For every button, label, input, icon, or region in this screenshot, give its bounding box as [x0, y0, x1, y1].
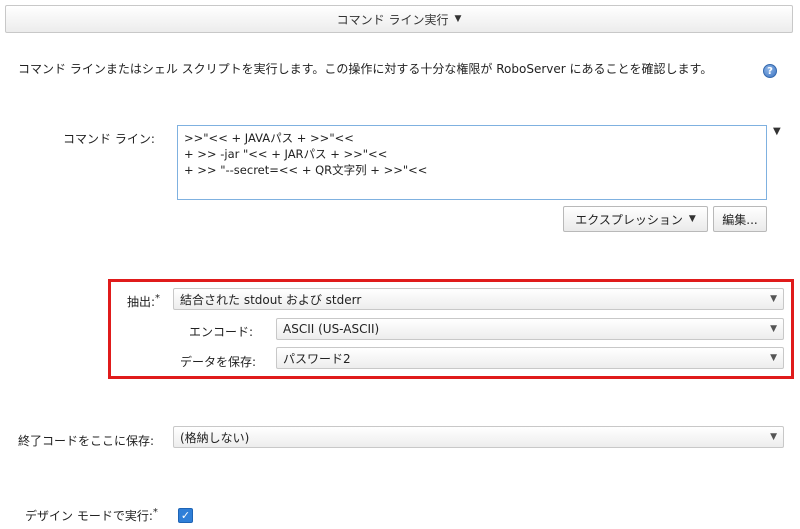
- command-line-text: + >> "--secret=<< + QR文字列 + >>"<<: [184, 163, 428, 177]
- action-dropdown-header[interactable]: コマンド ライン実行 ▼: [5, 5, 793, 33]
- command-line-text: >>"<< + JAVAパス + >>"<<: [184, 131, 354, 145]
- command-line-label: コマンド ライン:: [63, 132, 155, 146]
- required-mark: *: [155, 293, 161, 304]
- chevron-down-icon: ▼: [454, 14, 462, 24]
- save-data-select[interactable]: パスワード2 ▼: [276, 347, 784, 369]
- command-line-editor[interactable]: >>"<< + JAVAパス + >>"<< + >> -jar "<< + J…: [177, 125, 767, 200]
- design-mode-label: デザイン モードで実行:*: [25, 507, 158, 523]
- extract-value: 結合された stdout および stderr: [180, 292, 362, 307]
- action-title: コマンド ライン実行: [336, 12, 449, 27]
- encode-label: エンコード:: [189, 325, 254, 339]
- encode-select[interactable]: ASCII (US-ASCII) ▼: [276, 318, 784, 340]
- required-mark: *: [152, 507, 158, 518]
- edit-button[interactable]: 編集...: [713, 206, 767, 232]
- extract-label: 抽出:*: [127, 293, 161, 309]
- expression-button-label: エクスプレッション: [575, 212, 683, 227]
- exit-code-select[interactable]: (格納しない) ▼: [173, 426, 784, 448]
- chevron-down-icon: ▼: [770, 353, 777, 363]
- save-data-value: パスワード2: [283, 351, 351, 366]
- exit-code-label: 終了コードをここに保存:: [18, 434, 155, 448]
- exit-code-value: (格納しない): [180, 430, 250, 445]
- command-mode-dropdown-icon[interactable]: ▼: [773, 126, 781, 137]
- help-icon[interactable]: ?: [763, 64, 777, 78]
- chevron-down-icon: ▼: [688, 214, 696, 224]
- save-data-label: データを保存:: [180, 355, 257, 369]
- chevron-down-icon: ▼: [770, 294, 777, 304]
- encode-value: ASCII (US-ASCII): [283, 322, 380, 336]
- expression-button[interactable]: エクスプレッション ▼: [563, 206, 708, 232]
- design-mode-checkbox[interactable]: ✓: [178, 508, 193, 523]
- chevron-down-icon: ▼: [770, 324, 777, 334]
- action-description: コマンド ラインまたはシェル スクリプトを実行します。この操作に対する十分な権限…: [18, 62, 713, 76]
- chevron-down-icon: ▼: [770, 432, 777, 442]
- command-line-text: + >> -jar "<< + JARパス + >>"<<: [184, 147, 388, 161]
- extract-select[interactable]: 結合された stdout および stderr ▼: [173, 288, 784, 310]
